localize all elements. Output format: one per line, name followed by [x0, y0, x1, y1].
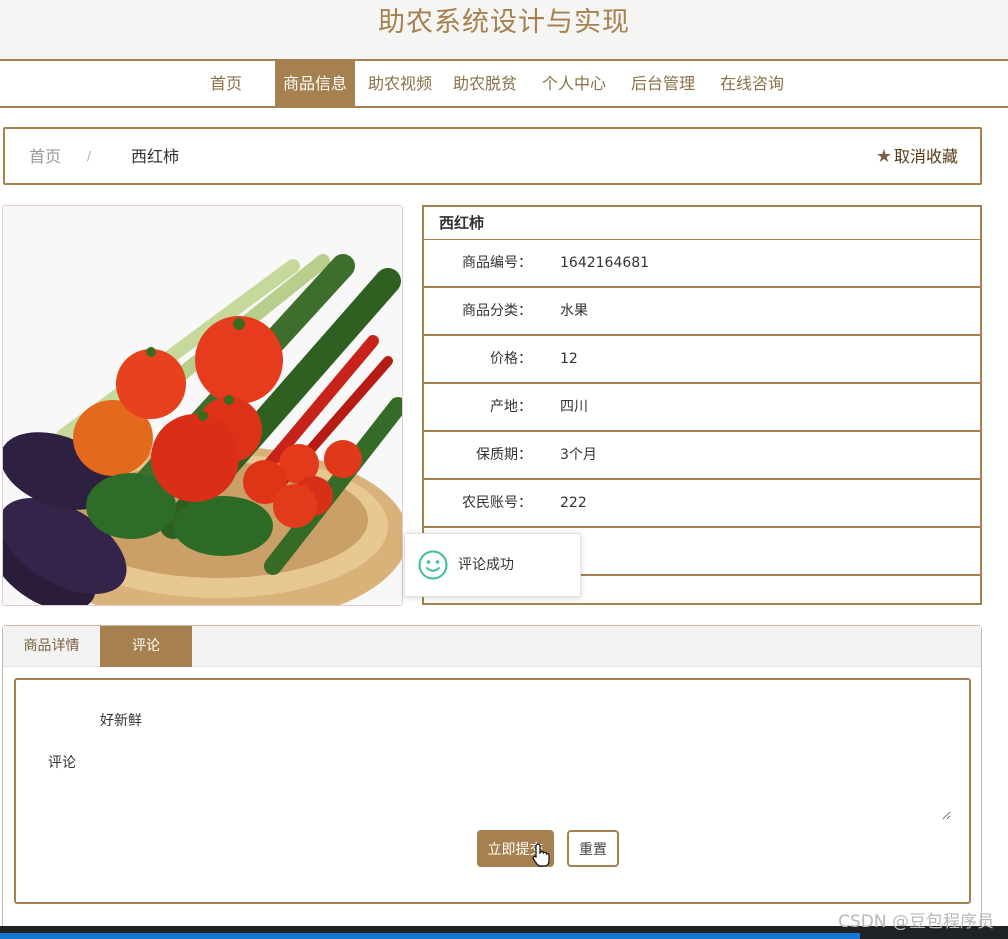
- main-nav: 首页 商品信息 助农视频 助农脱贫 个人中心 后台管理 在线咨询: [0, 59, 1008, 108]
- info-value: 水果: [560, 303, 588, 319]
- info-row-category: 商品分类： 水果: [424, 288, 980, 336]
- progress-bar: [0, 933, 860, 939]
- reset-button[interactable]: 重置: [567, 830, 619, 867]
- site-title: 助农系统设计与实现: [0, 0, 1008, 60]
- info-label: 产地：: [490, 399, 532, 415]
- unfavorite-label: 取消收藏: [893, 147, 958, 166]
- info-value: 222: [560, 495, 587, 511]
- info-value: 1642164681: [560, 255, 650, 271]
- info-label: 商品编号：: [462, 255, 532, 271]
- breadcrumb: 首页 / 西红柿 ★ 取消收藏: [3, 127, 982, 185]
- product-image: [2, 205, 403, 606]
- info-row-code: 商品编号： 1642164681: [424, 240, 980, 288]
- nav-item-poverty[interactable]: 助农脱贫: [446, 61, 524, 106]
- comment-textarea[interactable]: [98, 706, 951, 820]
- nav-item-admin[interactable]: 后台管理: [624, 61, 702, 106]
- info-row-price: 价格： 12: [424, 336, 980, 384]
- tab-panel: 商品详情 评论 评论 立即提交 重置: [2, 625, 982, 935]
- unfavorite-button[interactable]: ★ 取消收藏: [876, 129, 958, 184]
- nav-item-profile[interactable]: 个人中心: [535, 61, 613, 106]
- hand-cursor-icon: [532, 843, 550, 867]
- breadcrumb-home-link[interactable]: 首页: [29, 129, 61, 184]
- info-label: 保质期：: [476, 447, 532, 463]
- product-name: 西红柿: [424, 207, 980, 240]
- vegetable-basket-photo: [3, 206, 402, 605]
- star-icon: ★: [875, 146, 892, 167]
- toast-message: 评论成功: [458, 557, 514, 573]
- tab-header: 商品详情 评论: [3, 626, 981, 667]
- info-value: 12: [560, 351, 578, 367]
- nav-item-products[interactable]: 商品信息: [275, 61, 355, 106]
- info-row-shelf-life: 保质期： 3个月: [424, 432, 980, 480]
- nav-item-consult[interactable]: 在线咨询: [713, 61, 791, 106]
- info-row-origin: 产地： 四川: [424, 384, 980, 432]
- nav-item-home[interactable]: 首页: [197, 61, 255, 106]
- info-row-farmer-account: 农民账号： 222: [424, 480, 980, 528]
- info-value: 3个月: [560, 447, 597, 463]
- info-value: 四川: [560, 399, 588, 415]
- comment-label: 评论: [48, 755, 76, 771]
- info-label: 商品分类：: [462, 303, 532, 319]
- success-toast: 评论成功: [404, 533, 581, 597]
- breadcrumb-separator: /: [87, 149, 92, 163]
- smile-icon: [418, 550, 448, 580]
- nav-item-videos[interactable]: 助农视频: [361, 61, 439, 106]
- watermark: CSDN @豆包程序员: [838, 912, 994, 932]
- tab-product-details[interactable]: 商品详情: [3, 626, 100, 667]
- info-label: 价格：: [490, 351, 532, 367]
- breadcrumb-current: 西红柿: [131, 147, 180, 166]
- tab-comments[interactable]: 评论: [100, 626, 192, 667]
- info-label: 农民账号：: [462, 495, 532, 511]
- comment-form: 评论 立即提交 重置: [14, 678, 971, 904]
